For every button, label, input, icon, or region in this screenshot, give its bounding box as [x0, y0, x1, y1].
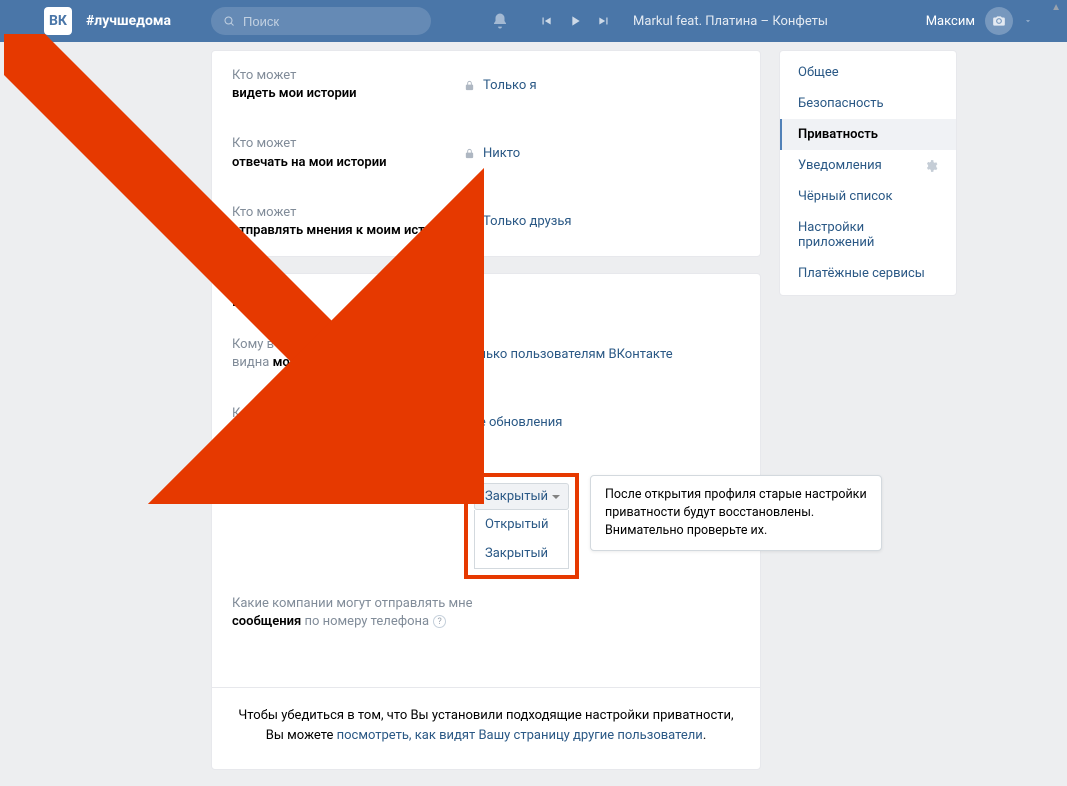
username[interactable]: Максим: [926, 14, 975, 29]
settings-nav: Общее Безопасность Приватность Уведомлен…: [779, 50, 957, 296]
row-reply-stories[interactable]: Кто можетотвечать на мои истории Никто: [212, 119, 760, 187]
row-companies[interactable]: Какие компании могут отправлять мне сооб…: [212, 595, 760, 647]
privacy-footer-note: Чтобы убедиться в том, что Вы установили…: [212, 687, 760, 769]
label-view-stories: Кто можетвидеть мои истории: [232, 67, 464, 103]
value-opinion-stories[interactable]: Только друзья: [464, 214, 572, 229]
other-card: Прочее Кому в интернете видна моя страни…: [211, 273, 761, 770]
label-opinion-stories: Кто можетотправлять мнения к моим истори…: [232, 204, 464, 240]
value-view-stories[interactable]: Только я: [464, 78, 537, 93]
search-box[interactable]: [211, 7, 431, 35]
bell-icon[interactable]: [491, 12, 509, 30]
nav-security[interactable]: Безопасность: [780, 88, 956, 119]
row-opinion-stories[interactable]: Кто можетотправлять мнения к моим истори…: [212, 188, 760, 256]
value-page-visible[interactable]: Только пользователям ВКонтакте: [464, 347, 673, 362]
chevron-down-icon[interactable]: [1023, 16, 1033, 26]
gear-icon[interactable]: [924, 159, 938, 173]
lock-icon: [464, 148, 475, 159]
value-reply-stories[interactable]: Никто: [464, 146, 520, 161]
camera-icon: [992, 14, 1006, 28]
next-track-icon[interactable]: [597, 14, 611, 28]
nav-apps[interactable]: Настройки приложений: [780, 212, 956, 258]
profile-type-option-open[interactable]: Открытый: [475, 510, 568, 539]
nav-payments[interactable]: Платёжные сервисы: [780, 258, 956, 289]
header-bar: ВК #лучшедома Markul feat. Платина – Кон…: [0, 0, 1067, 42]
label-companies: Какие компании могут отправлять мне сооб…: [232, 595, 512, 631]
help-icon[interactable]: ?: [433, 615, 446, 628]
stories-card: Кто можетвидеть мои истории Только я Кто…: [211, 50, 761, 257]
nav-blacklist[interactable]: Чёрный список: [780, 181, 956, 212]
row-updates[interactable]: Какие обновления видят в новостях мои др…: [212, 389, 760, 457]
profile-type-tooltip: После открытия профиля старые настройки …: [590, 475, 882, 551]
audio-player: Markul feat. Платина – Конфеты: [539, 13, 828, 29]
label-reply-stories: Кто можетотвечать на мои истории: [232, 135, 464, 171]
vk-logo[interactable]: ВК: [44, 7, 72, 35]
nav-notifications[interactable]: Уведомления: [780, 150, 956, 181]
profile-type-option-closed[interactable]: Закрытый: [475, 539, 568, 568]
lock-icon: [464, 80, 475, 91]
track-title[interactable]: Markul feat. Платина – Конфеты: [633, 14, 828, 29]
label-updates: Какие обновления видят в новостях мои др…: [232, 405, 464, 441]
row-page-visible[interactable]: Кому в интернете видна моя страница Толь…: [212, 320, 760, 388]
row-profile-type: Тип профиля Закрытый Открытый Закрытый П…: [212, 457, 760, 595]
scroll-up-icon[interactable]: ▲: [1051, 2, 1061, 13]
lock-icon: [464, 216, 475, 227]
hashtag-link[interactable]: #лучшедома: [86, 13, 171, 29]
play-icon[interactable]: [567, 13, 583, 29]
search-icon: [223, 14, 235, 28]
search-input[interactable]: [243, 14, 419, 29]
nav-privacy[interactable]: Приватность: [780, 119, 956, 150]
profile-type-select[interactable]: Закрытый: [474, 483, 569, 510]
row-view-stories[interactable]: Кто можетвидеть мои истории Только я: [212, 51, 760, 119]
preview-privacy-link[interactable]: посмотреть, как видят Вашу страницу друг…: [337, 728, 703, 743]
value-updates[interactable]: Все обновления: [464, 415, 562, 430]
nav-general[interactable]: Общее: [780, 57, 956, 88]
label-profile-type: Тип профиля: [232, 473, 464, 505]
prev-track-icon[interactable]: [539, 14, 553, 28]
other-section-title: Прочее: [212, 274, 760, 320]
avatar[interactable]: [985, 7, 1013, 35]
label-page-visible: Кому в интернете видна моя страница: [232, 336, 464, 372]
profile-type-dropdown-highlight: Закрытый Открытый Закрытый: [464, 473, 579, 579]
